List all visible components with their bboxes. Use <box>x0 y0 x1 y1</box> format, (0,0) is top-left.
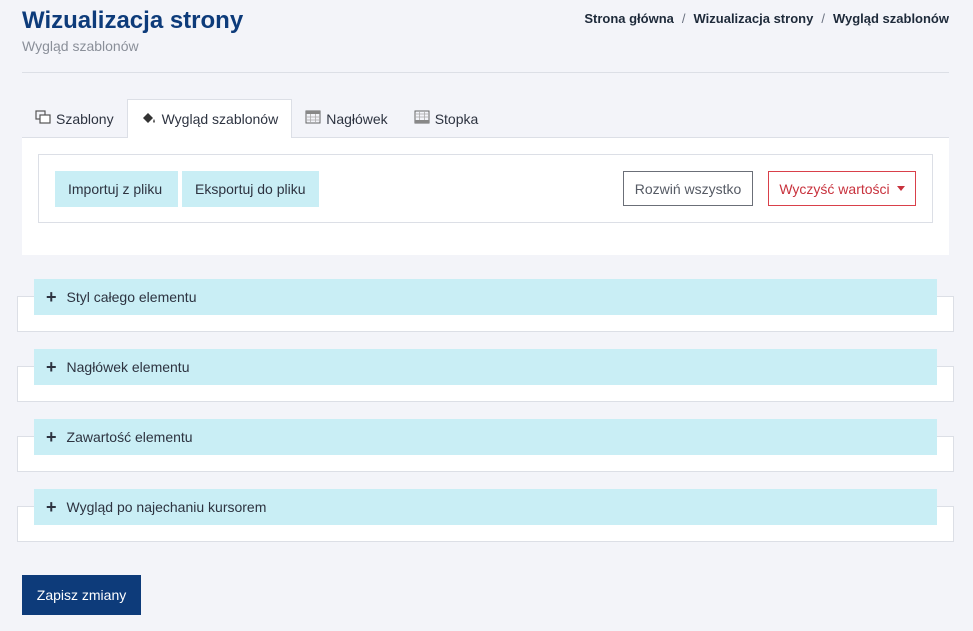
plus-icon: + <box>46 357 57 377</box>
breadcrumb-separator: / <box>821 11 825 26</box>
clear-values-label: Wyczyść wartości <box>779 180 890 197</box>
tab-templates[interactable]: Szablony <box>22 99 127 138</box>
clear-values-dropdown[interactable]: Wyczyść wartości <box>768 171 916 206</box>
section-label: Zawartość elementu <box>66 429 193 445</box>
import-button[interactable]: Importuj z pliku <box>55 171 178 207</box>
plus-icon: + <box>46 427 57 447</box>
section-toggle-element-style[interactable]: + Styl całego elementu <box>34 279 937 315</box>
tab-template-appearance[interactable]: Wygląd szablonów <box>126 99 293 139</box>
section-toggle-element-content[interactable]: + Zawartość elementu <box>34 419 937 455</box>
tab-label: Nagłówek <box>326 110 388 127</box>
export-button[interactable]: Eksportuj do pliku <box>182 171 319 207</box>
tab-content-panel: Importuj z pliku Eksportuj do pliku Rozw… <box>22 138 949 255</box>
section-label: Wygląd po najechaniu kursorem <box>66 499 267 515</box>
section-toggle-element-header[interactable]: + Nagłówek elementu <box>34 349 937 385</box>
expand-all-button[interactable]: Rozwiń wszystko <box>623 171 753 206</box>
breadcrumb-separator: / <box>681 11 686 26</box>
footer-grid-icon <box>414 110 430 127</box>
section-toggle-hover-style[interactable]: + Wygląd po najechaniu kursorem <box>34 489 937 525</box>
tab-label: Szablony <box>56 110 114 127</box>
toolbar: Importuj z pliku Eksportuj do pliku Rozw… <box>38 154 933 223</box>
breadcrumb-item-home[interactable]: Strona główna <box>584 11 674 26</box>
breadcrumb: Strona główna / Wizualizacja strony / Wy… <box>584 11 949 26</box>
tab-header[interactable]: Nagłówek <box>292 99 400 138</box>
page-subtitle: Wygląd szablonów <box>22 38 139 54</box>
save-changes-button[interactable]: Zapisz zmiany <box>22 575 141 615</box>
section-label: Nagłówek elementu <box>66 359 190 375</box>
plus-icon: + <box>46 287 57 307</box>
section-label: Styl całego elementu <box>66 289 197 305</box>
templates-icon <box>35 110 51 127</box>
breadcrumb-item-current: Wygląd szablonów <box>832 11 949 26</box>
caret-down-icon <box>896 186 905 191</box>
paint-bucket-icon <box>141 111 157 128</box>
tab-bar: Szablony Wygląd szablonów Nagłówek Stopk… <box>22 99 949 139</box>
tab-label: Stopka <box>434 110 479 127</box>
plus-icon: + <box>46 497 57 517</box>
header-divider <box>22 72 949 73</box>
header-grid-icon <box>305 110 321 127</box>
tab-label: Wygląd szablonów <box>161 111 279 127</box>
breadcrumb-item-visualization[interactable]: Wizualizacja strony <box>694 11 814 26</box>
tab-footer[interactable]: Stopka <box>401 99 492 138</box>
